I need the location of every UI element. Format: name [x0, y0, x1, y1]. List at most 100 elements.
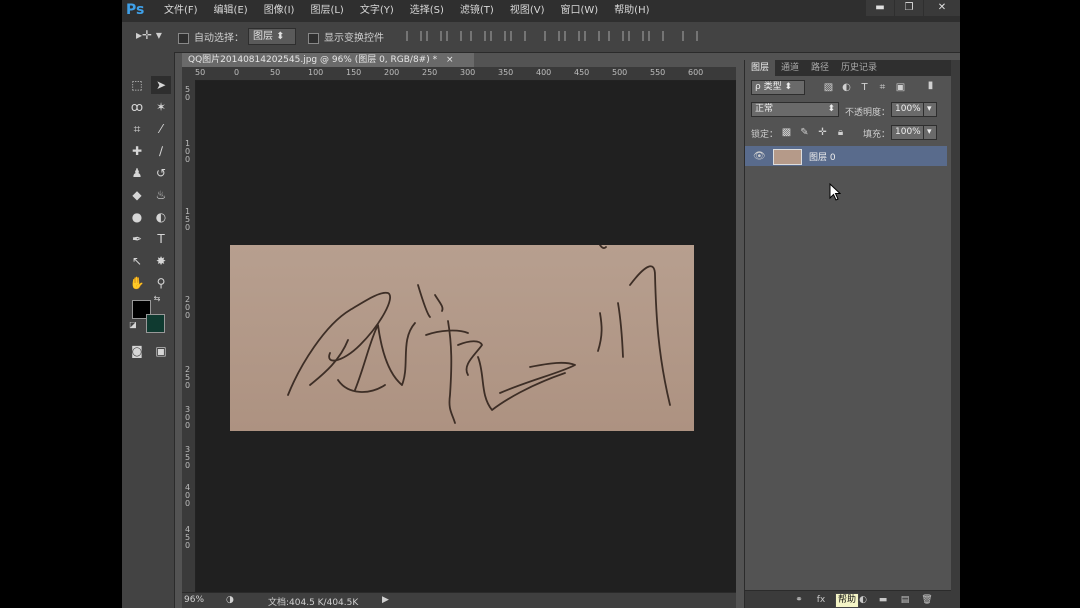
- show-transform-checkbox[interactable]: [308, 32, 319, 44]
- menu-file[interactable]: 文件(F): [156, 0, 206, 22]
- crop-tool-icon[interactable]: ⌗: [127, 120, 147, 138]
- eraser-tool-icon[interactable]: ◆: [127, 186, 147, 204]
- document-tab[interactable]: QQ图片20140814202545.jpg @ 96% (图层 0, RGB/…: [182, 53, 474, 67]
- ruler-tick: 500: [612, 68, 628, 77]
- opacity-arrow-icon[interactable]: ▾: [923, 102, 937, 117]
- distribute-top-icon[interactable]: [544, 31, 560, 41]
- healing-brush-tool-icon[interactable]: ✚: [127, 142, 147, 160]
- menu-image[interactable]: 图像(I): [256, 0, 303, 22]
- opacity-input[interactable]: 100%: [891, 102, 925, 117]
- blur-tool-icon[interactable]: ●: [127, 208, 147, 226]
- menu-layer[interactable]: 图层(L): [302, 0, 351, 22]
- layer-thumbnail[interactable]: [773, 149, 802, 165]
- status-menu-arrow-icon[interactable]: ▶: [382, 595, 389, 605]
- filter-smart-object-icon[interactable]: ▣: [895, 82, 906, 93]
- filter-shape-icon[interactable]: ⌗: [877, 82, 888, 93]
- visibility-eye-icon[interactable]: 👁︎: [753, 151, 766, 162]
- clone-stamp-tool-icon[interactable]: ♟: [127, 164, 147, 182]
- menu-select[interactable]: 选择(S): [402, 0, 452, 22]
- magic-wand-tool-icon[interactable]: ✶: [151, 98, 171, 116]
- swap-colors-icon[interactable]: ⇆: [152, 294, 162, 304]
- filter-toggle-icon[interactable]: ▮: [925, 80, 936, 91]
- marquee-tool-icon[interactable]: ⬚: [127, 76, 147, 94]
- align-top-icon[interactable]: [406, 31, 422, 41]
- history-brush-tool-icon[interactable]: ↺: [151, 164, 171, 182]
- restore-button[interactable]: ❐: [895, 0, 923, 16]
- layer-name[interactable]: 图层 0: [809, 150, 836, 163]
- align-right-icon[interactable]: [510, 31, 526, 41]
- minimize-button[interactable]: ▬: [866, 0, 894, 16]
- lasso-tool-icon[interactable]: ꝏ: [127, 98, 147, 116]
- lock-all-icon[interactable]: 🔒︎: [835, 127, 846, 138]
- auto-select-option[interactable]: 自动选择：: [178, 29, 244, 44]
- align-hcenter-icon[interactable]: [490, 31, 506, 41]
- align-left-icon[interactable]: [470, 31, 486, 41]
- fill-input[interactable]: 100%: [891, 125, 925, 140]
- new-group-icon[interactable]: ▬: [877, 594, 889, 606]
- new-layer-icon[interactable]: ▤: [899, 594, 911, 606]
- status-info-icon[interactable]: ◑: [226, 595, 234, 605]
- lock-image-pixels-icon[interactable]: ✎: [799, 127, 810, 138]
- layer-filter-dropdown[interactable]: ρ 类型 ⬍: [751, 80, 805, 95]
- close-document-icon[interactable]: ×: [446, 55, 454, 65]
- eyedropper-tool-icon[interactable]: ⁄: [151, 120, 171, 138]
- signature-image[interactable]: [230, 244, 694, 431]
- canvas-area[interactable]: [196, 81, 736, 592]
- filter-adjustment-icon[interactable]: ◐: [841, 82, 852, 93]
- move-tool-icon[interactable]: ➤: [151, 76, 171, 94]
- ruler-tick: 400: [536, 68, 552, 77]
- tab-history[interactable]: 历史记录: [835, 60, 883, 76]
- align-vcenter-icon[interactable]: [426, 31, 442, 41]
- distribute-left-icon[interactable]: [608, 31, 624, 41]
- zoom-tool-icon[interactable]: ⚲: [151, 274, 171, 292]
- lock-transparent-pixels-icon[interactable]: ▩: [781, 127, 792, 138]
- tab-paths[interactable]: 路径: [805, 60, 835, 76]
- move-tool-preset-icon[interactable]: ▸✛ ▾: [136, 28, 162, 42]
- distribute-vcenter-icon[interactable]: [564, 31, 580, 41]
- quick-mask-icon[interactable]: ◙: [127, 342, 147, 360]
- align-bottom-icon[interactable]: [446, 31, 462, 41]
- screen-mode-icon[interactable]: ▣: [151, 342, 171, 360]
- distribute-right-icon[interactable]: [648, 31, 664, 41]
- filter-pixel-icon[interactable]: ▧: [823, 82, 834, 93]
- adjustment-layer-icon[interactable]: ◐: [857, 594, 869, 606]
- background-color-swatch[interactable]: [146, 314, 165, 333]
- tab-channels[interactable]: 通道: [775, 60, 805, 76]
- auto-select-checkbox[interactable]: [178, 32, 189, 44]
- blend-mode-dropdown[interactable]: 正常 ⬍: [751, 102, 839, 117]
- hand-tool-icon[interactable]: ✋: [127, 274, 147, 292]
- zoom-level[interactable]: 96%: [184, 595, 204, 605]
- distribute-hcenter-icon[interactable]: [628, 31, 644, 41]
- default-colors-icon[interactable]: ◪: [128, 320, 138, 330]
- brush-tool-icon[interactable]: ∕: [151, 142, 171, 160]
- show-transform-option[interactable]: 显示变换控件: [308, 29, 384, 44]
- dodge-tool-icon[interactable]: ◐: [151, 208, 171, 226]
- menu-type[interactable]: 文字(Y): [352, 0, 402, 22]
- lock-position-icon[interactable]: ✛: [817, 127, 828, 138]
- menu-help[interactable]: 帮助(H): [606, 0, 657, 22]
- panel-scrollbar[interactable]: [951, 60, 960, 608]
- auto-select-dropdown[interactable]: 图层 ⬍: [248, 28, 296, 45]
- distribute-bottom-icon[interactable]: [584, 31, 600, 41]
- link-layers-icon[interactable]: ⚭: [793, 594, 805, 606]
- layer-row[interactable]: 👁︎ 图层 0: [745, 146, 947, 166]
- close-button[interactable]: ✕: [924, 0, 960, 16]
- auto-align-icon[interactable]: [682, 31, 698, 41]
- delete-layer-icon[interactable]: 🗑︎: [921, 594, 933, 606]
- paint-bucket-tool-icon[interactable]: ♨: [151, 186, 171, 204]
- panel-tabs: 图层 通道 路径 历史记录: [745, 60, 951, 76]
- filter-type-icon[interactable]: T: [859, 82, 870, 93]
- type-tool-icon[interactable]: T: [151, 230, 171, 248]
- path-selection-tool-icon[interactable]: ↖: [127, 252, 147, 270]
- pen-tool-icon[interactable]: ✒: [127, 230, 147, 248]
- layer-style-icon[interactable]: fx: [815, 594, 827, 606]
- ruler-tick: 250: [422, 68, 438, 77]
- menu-filter[interactable]: 滤镜(T): [452, 0, 502, 22]
- menu-view[interactable]: 视图(V): [502, 0, 553, 22]
- shape-tool-icon[interactable]: ✸: [151, 252, 171, 270]
- fill-arrow-icon[interactable]: ▾: [923, 125, 937, 140]
- tab-layers[interactable]: 图层: [745, 60, 776, 76]
- menu-edit[interactable]: 编辑(E): [206, 0, 256, 22]
- menu-window[interactable]: 窗口(W): [552, 0, 606, 22]
- mouse-pointer-icon: [829, 182, 842, 204]
